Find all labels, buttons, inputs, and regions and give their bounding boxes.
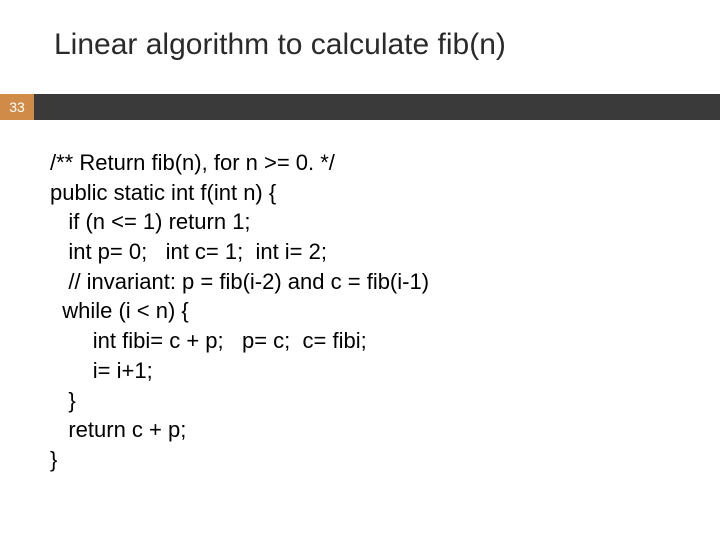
code-line: /** Return fib(n), for n >= 0. */	[50, 150, 335, 175]
code-line: return c + p;	[50, 417, 186, 442]
slide: Linear algorithm to calculate fib(n) 33 …	[0, 0, 720, 540]
code-line: while (i < n) {	[50, 298, 189, 323]
slide-title: Linear algorithm to calculate fib(n)	[54, 28, 506, 62]
code-line: i= i+1;	[50, 358, 153, 383]
code-block: /** Return fib(n), for n >= 0. */ public…	[50, 148, 429, 475]
code-line: }	[50, 388, 76, 413]
code-line: if (n <= 1) return 1;	[50, 209, 251, 234]
code-line: }	[50, 447, 57, 472]
slide-number-bar: 33	[0, 94, 720, 120]
code-line: public static int f(int n) {	[50, 180, 276, 205]
code-line: int fibi= c + p; p= c; c= fibi;	[50, 328, 367, 353]
title-underline-bar	[34, 94, 720, 120]
code-line: // invariant: p = fib(i-2) and c = fib(i…	[50, 269, 429, 294]
slide-number: 33	[0, 94, 34, 120]
code-line: int p= 0; int c= 1; int i= 2;	[50, 239, 327, 264]
